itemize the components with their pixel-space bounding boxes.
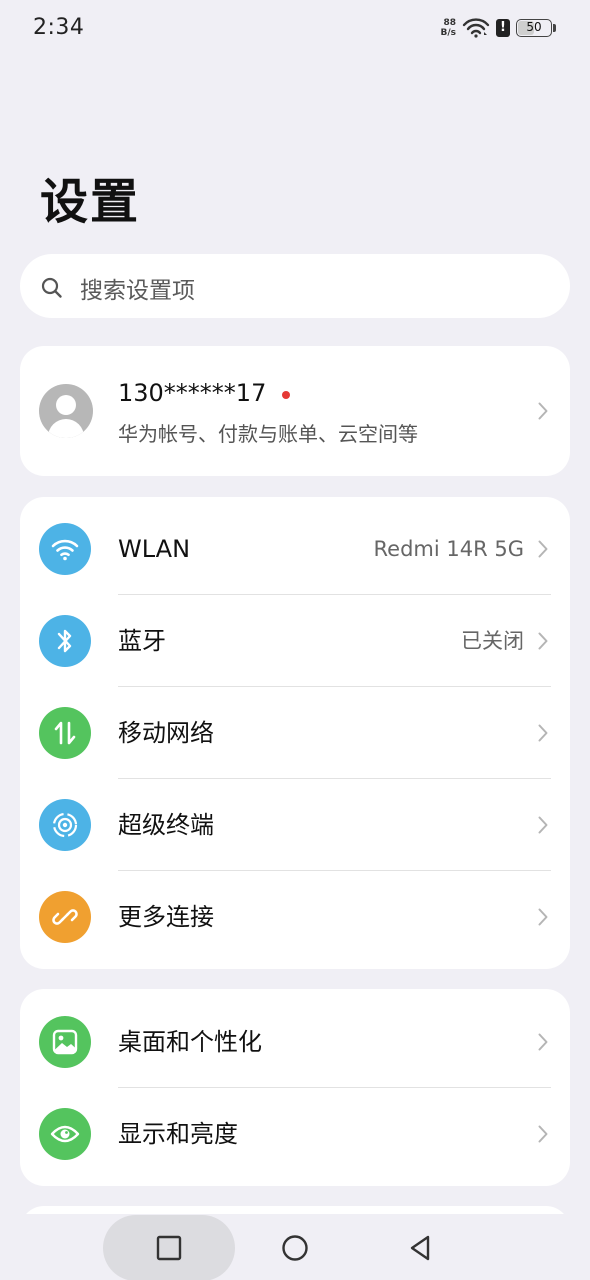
chevron-right-icon [538,1125,548,1143]
notification-dot [282,391,290,399]
link-icon [39,891,91,943]
network-speed: 88 B/s [440,18,456,38]
recents-button[interactable] [145,1227,193,1269]
battery-icon: 50 [516,19,552,37]
wifi-signal-icon [462,18,490,38]
network-speed-value: 88 [443,18,456,28]
settings-item-label: 桌面和个性化 [118,1028,262,1056]
account-name: 130******17 [118,379,267,407]
battery-level: 50 [526,20,542,34]
connectivity-card: WLAN Redmi 14R 5G 蓝牙 已关闭 移动网络 超级终端 更多连接 [20,497,570,969]
avatar [39,384,93,438]
settings-item-label: 显示和亮度 [118,1120,238,1148]
search-icon [41,277,62,298]
settings-item-label: WLAN [118,535,191,563]
square-icon [156,1235,182,1261]
bluetooth-icon [39,615,91,667]
back-triangle-icon [410,1235,430,1261]
settings-item-value: Redmi 14R 5G [373,537,525,561]
display-card: 桌面和个性化 显示和亮度 [20,989,570,1186]
wifi-icon [39,523,91,575]
settings-item-value: 已关闭 [461,629,524,653]
settings-item-label: 超级终端 [118,811,214,839]
status-icons: 88 B/s ! 50 [440,16,556,40]
super-device-icon [39,799,91,851]
settings-item-display-brightness[interactable]: 显示和亮度 [20,1088,570,1180]
circle-icon [282,1235,308,1261]
chevron-right-icon [538,724,548,742]
home-button[interactable] [272,1227,318,1269]
eye-icon [39,1108,91,1160]
mobile-data-icon [39,707,91,759]
chevron-right-icon [538,402,548,420]
settings-item-home-screen[interactable]: 桌面和个性化 [20,996,570,1088]
settings-item-label: 移动网络 [118,719,214,747]
search-placeholder[interactable]: 搜索设置项 [80,271,195,305]
chevron-right-icon [538,1033,548,1051]
status-bar: 2:34 88 B/s ! 50 [0,0,590,56]
settings-item-more-connections[interactable]: 更多连接 [20,871,570,963]
settings-screen: 2:34 88 B/s ! 50 设置 搜索设置项 130******17 华为… [0,0,590,1280]
account-card[interactable]: 130******17 华为帐号、付款与账单、云空间等 [20,346,570,476]
chevron-right-icon [538,816,548,834]
settings-item-mobile-network[interactable]: 移动网络 [20,687,570,779]
back-button[interactable] [398,1227,442,1269]
alert-icon: ! [496,19,510,37]
status-time: 2:34 [33,15,85,40]
settings-item-wlan[interactable]: WLAN Redmi 14R 5G [20,503,570,595]
account-subtitle: 华为帐号、付款与账单、云空间等 [118,422,418,446]
network-speed-unit: B/s [440,28,456,38]
chevron-right-icon [538,632,548,650]
page-title: 设置 [40,174,141,230]
settings-item-label: 更多连接 [118,903,214,931]
settings-item-super-device[interactable]: 超级终端 [20,779,570,871]
settings-item-label: 蓝牙 [118,627,166,655]
chevron-right-icon [538,540,548,558]
wallpaper-icon [39,1016,91,1068]
chevron-right-icon [538,908,548,926]
settings-item-bluetooth[interactable]: 蓝牙 已关闭 [20,595,570,687]
